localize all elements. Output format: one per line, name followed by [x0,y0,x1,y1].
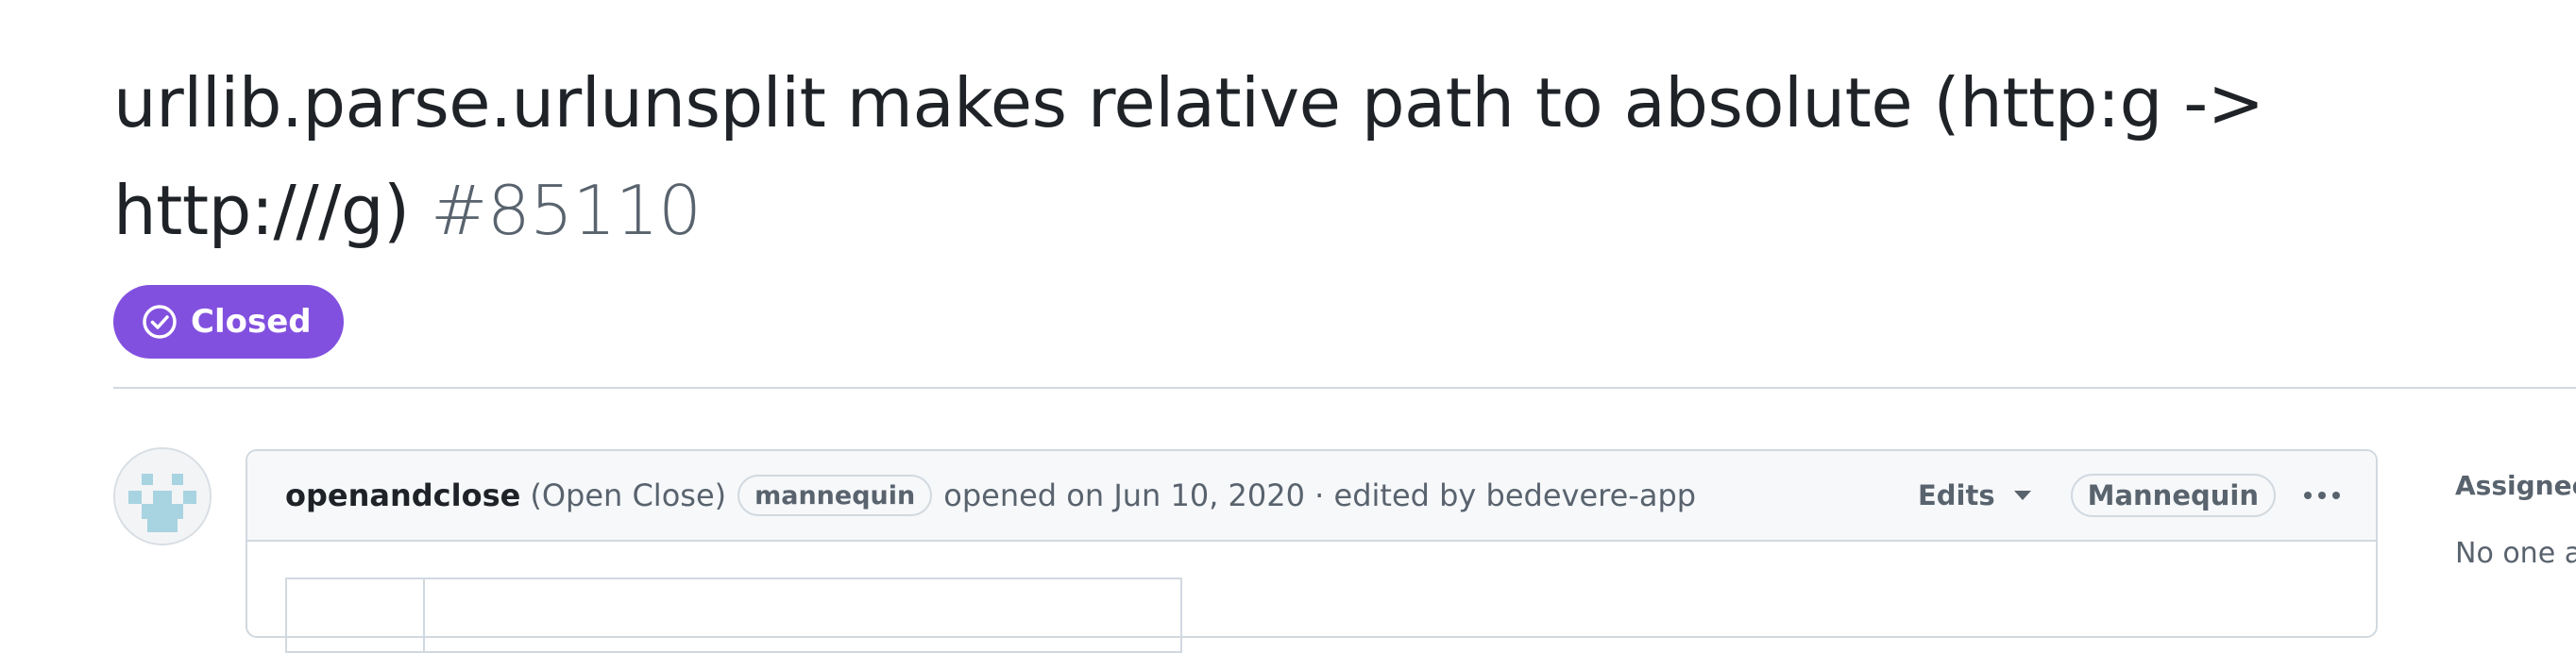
edits-dropdown[interactable]: Edits [1918,479,2031,511]
author-avatar[interactable] [113,447,212,545]
comment-meta[interactable]: opened on Jun 10, 2020 · edited by bedev… [943,477,1696,513]
comment-author-link[interactable]: openandclose [285,477,520,513]
comment-author-full-name: (Open Close) [530,477,727,513]
issue-number: #85110 [431,171,702,250]
header-divider [113,387,2576,389]
assignees-value: No one assigned [2455,537,2576,570]
kebab-horizontal-icon[interactable] [2304,492,2340,499]
issue-comment: openandclose (Open Close) mannequin open… [246,449,2378,653]
issue-sidebar: Assignees No one assigned [2455,470,2576,570]
table-cell-divider [423,579,425,651]
issue-state-badge: Closed [113,285,344,359]
identicon-avatar [115,449,210,544]
kebab-dot [2304,492,2312,499]
issue-state-label: Closed [191,303,312,341]
comment-body-table [285,578,1182,653]
author-mannequin-badge: mannequin [737,475,933,516]
kebab-dot [2332,492,2340,499]
role-badge: Mannequin [2070,474,2276,517]
check-circle-icon [142,304,178,340]
issue-title: urllib.parse.urlunsplit makes relative p… [113,49,2531,264]
triangle-down-icon [2013,491,2031,500]
assignees-heading[interactable]: Assignees [2455,470,2576,501]
kebab-dot [2318,492,2326,499]
issue-page: urllib.parse.urlunsplit makes relative p… [113,0,2576,653]
edits-label: Edits [1917,479,1995,511]
comment-header: openandclose (Open Close) mannequin open… [247,451,2376,542]
